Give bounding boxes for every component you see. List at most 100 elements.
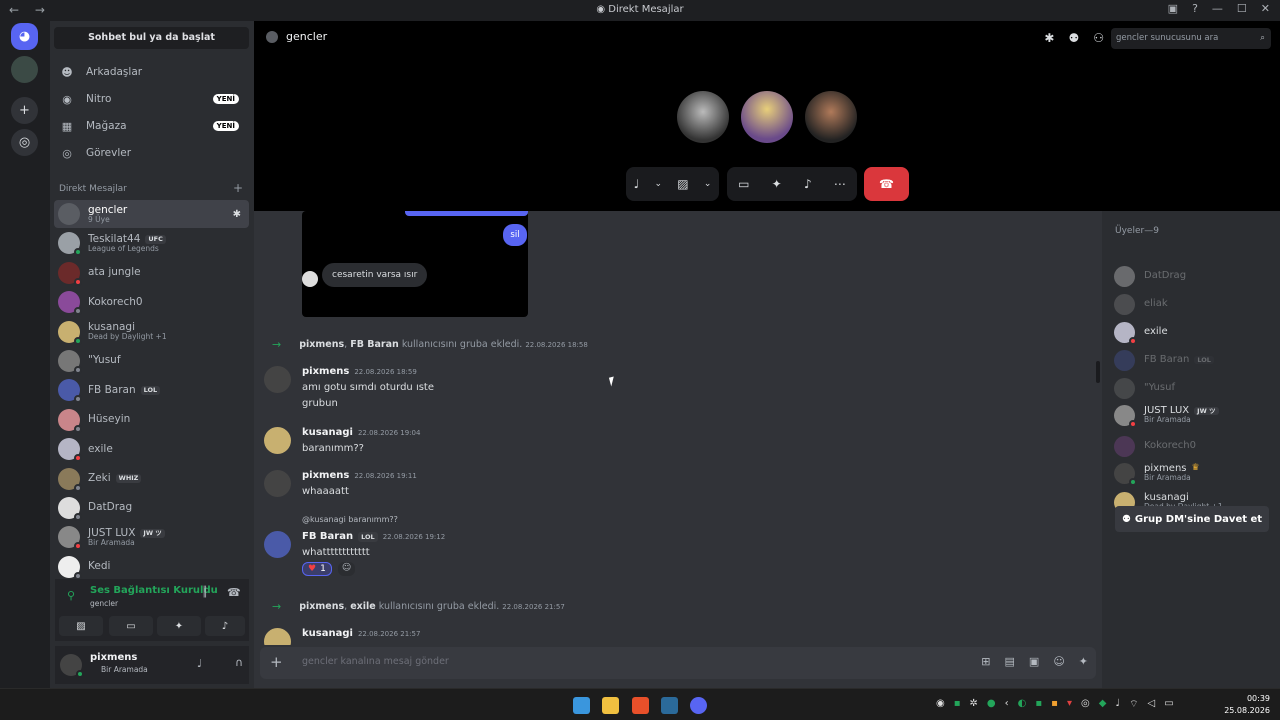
minimize-button[interactable]: — xyxy=(1212,2,1223,15)
camera-off-button[interactable]: ▨ xyxy=(59,616,103,636)
call-participant-avatar[interactable] xyxy=(677,91,729,143)
sticker-icon[interactable]: ▣ xyxy=(1029,655,1039,668)
target-name[interactable]: exile xyxy=(350,601,376,612)
dm-item[interactable]: Zeki WHIZ xyxy=(54,465,249,493)
tray-icon[interactable]: ♩ xyxy=(1115,698,1120,711)
dm-item[interactable]: Teskilat44 UFC League of Legends xyxy=(54,229,249,257)
message-author[interactable]: FB Baran xyxy=(302,531,353,542)
attach-plus-icon[interactable]: + xyxy=(270,653,283,671)
member-item[interactable]: eliak xyxy=(1114,291,1274,317)
tray-icon[interactable]: ▪ xyxy=(1051,698,1058,711)
battery-icon[interactable]: ▭ xyxy=(1164,698,1173,711)
emoji-icon[interactable]: ☺ xyxy=(1053,655,1064,668)
mic-icon[interactable]: ♩ xyxy=(197,657,202,670)
add-friend-icon[interactable]: ⚉ xyxy=(1068,31,1079,45)
member-item[interactable]: JUST LUX JW ツ Bir Aramada xyxy=(1114,402,1274,428)
discord-home-icon[interactable]: ◕ xyxy=(11,23,38,50)
find-conversation-button[interactable]: Sohbet bul ya da başlat xyxy=(54,27,249,49)
member-item[interactable]: "Yusuf xyxy=(1114,375,1274,401)
hang-up-button[interactable]: ☎ xyxy=(864,167,909,201)
tray-icon[interactable]: ‹ xyxy=(1005,698,1009,711)
message-author[interactable]: kusanagi xyxy=(302,628,353,639)
member-item[interactable]: DatDrag xyxy=(1114,263,1274,289)
discover-icon[interactable]: ◎ xyxy=(11,129,38,156)
tray-icon[interactable]: ▪ xyxy=(954,698,961,711)
screen-share-icon[interactable]: ▭ xyxy=(738,177,749,191)
wifi-icon[interactable]: ⌔ xyxy=(1129,698,1138,711)
member-item[interactable]: pixmens ♛ Bir Aramada xyxy=(1114,460,1274,486)
nav-item-mağaza[interactable]: ▦ Mağaza YENİ xyxy=(54,113,249,139)
dm-item[interactable]: kusanagi Dead by Daylight +1 xyxy=(54,318,249,346)
tray-icon[interactable]: ▪ xyxy=(1035,698,1042,711)
dm-item[interactable]: Hüseyin xyxy=(54,406,249,434)
avatar[interactable] xyxy=(264,366,291,393)
apps-icon[interactable]: ✦ xyxy=(1079,655,1088,668)
app-icon[interactable] xyxy=(661,697,678,714)
heart-reaction[interactable]: ♥ 1 xyxy=(302,562,332,576)
nav-item-görevler[interactable]: ◎ Görevler xyxy=(54,140,249,166)
camera-off-icon[interactable]: ▨ xyxy=(677,177,688,191)
gift-icon[interactable]: ⊞ xyxy=(981,655,990,668)
add-reaction-icon[interactable]: ☺ xyxy=(337,562,356,576)
noise-suppression-icon[interactable]: ║ xyxy=(202,587,208,598)
soundboard-button[interactable]: ♪ xyxy=(205,616,245,636)
gif-icon[interactable]: ▤ xyxy=(1005,655,1015,668)
invite-to-group-button[interactable]: ⚉ Grup DM'sine Davet et xyxy=(1115,506,1269,532)
disconnect-icon[interactable]: ☎ xyxy=(227,586,241,599)
maximize-button[interactable]: ☐ xyxy=(1237,2,1247,15)
message-author[interactable]: kusanagi xyxy=(302,427,353,438)
discord-taskbar-icon[interactable] xyxy=(690,697,707,714)
call-participant-avatar[interactable] xyxy=(741,91,793,143)
avatar[interactable] xyxy=(60,654,84,678)
volume-icon[interactable]: ◁ xyxy=(1148,698,1156,711)
avatar[interactable] xyxy=(264,470,291,497)
dm-item[interactable]: Kedi xyxy=(54,553,249,581)
member-item[interactable]: Kokorech0 xyxy=(1114,433,1274,459)
dm-item[interactable]: exile xyxy=(54,435,249,463)
dm-item[interactable]: JUST LUX JW ツ Bir Aramada xyxy=(54,523,249,551)
soundboard-icon[interactable]: ♪ xyxy=(804,177,812,191)
start-icon[interactable] xyxy=(573,697,590,714)
tray-icon[interactable]: ▾ xyxy=(1067,698,1072,711)
mic-icon[interactable]: ♩ xyxy=(634,177,640,191)
avatar[interactable] xyxy=(264,628,291,645)
tray-icon[interactable]: ◆ xyxy=(1099,698,1107,711)
screen-share-button[interactable]: ▭ xyxy=(109,616,153,636)
actor-name[interactable]: pixmens xyxy=(299,339,344,350)
message-author[interactable]: pixmens xyxy=(302,470,349,481)
message-author[interactable]: pixmens xyxy=(302,366,349,377)
pin-icon[interactable]: ✱ xyxy=(233,209,241,220)
target-name[interactable]: FB Baran xyxy=(350,339,399,350)
tray-icon[interactable]: ◉ xyxy=(936,698,945,711)
avatar[interactable] xyxy=(264,531,291,558)
dm-item[interactable]: gencler 9 Üye ✱ xyxy=(54,200,249,228)
tray-icon[interactable]: ✲ xyxy=(970,698,978,711)
image-attachment[interactable]: sil cesaretin varsa ısır xyxy=(302,211,528,317)
dm-item[interactable]: DatDrag xyxy=(54,494,249,522)
members-toggle-icon[interactable]: ⚇ xyxy=(1093,31,1104,45)
pin-icon[interactable]: ✱ xyxy=(1044,31,1054,45)
activities-icon[interactable]: ✦ xyxy=(772,177,782,191)
create-dm-icon[interactable]: + xyxy=(233,181,243,195)
add-server-icon[interactable]: + xyxy=(11,97,38,124)
avatar[interactable] xyxy=(264,427,291,454)
close-button[interactable]: ✕ xyxy=(1261,2,1270,15)
help-icon[interactable]: ? xyxy=(1192,2,1198,15)
clock[interactable]: 00:39 25.08.2026 xyxy=(1224,693,1270,717)
member-item[interactable]: exile xyxy=(1114,319,1274,345)
dm-item[interactable]: Kokorech0 xyxy=(54,288,249,316)
nav-item-arkadaşlar[interactable]: ☻ Arkadaşlar xyxy=(54,59,249,85)
server-icon[interactable] xyxy=(11,56,38,83)
message-composer[interactable]: + gencler kanalına mesaj gönder ⊞ ▤ ▣ ☺ … xyxy=(260,647,1096,679)
tray-icon[interactable]: ◎ xyxy=(1081,698,1090,711)
nav-item-nitro[interactable]: ◉ Nitro YENİ xyxy=(54,86,249,112)
chat-scrollbar[interactable] xyxy=(1096,361,1100,383)
chevron-down-icon[interactable]: ⌄ xyxy=(655,179,663,189)
inbox-icon[interactable]: ▣ xyxy=(1168,2,1178,15)
actor-name[interactable]: pixmens xyxy=(299,601,344,612)
dm-item[interactable]: ata jungle xyxy=(54,259,249,287)
tray-icon[interactable]: ● xyxy=(987,698,996,711)
activities-button[interactable]: ✦ xyxy=(157,616,201,636)
search-input[interactable]: gencler sunucusunu ara ⌕ xyxy=(1111,28,1271,49)
brave-browser-icon[interactable] xyxy=(632,697,649,714)
